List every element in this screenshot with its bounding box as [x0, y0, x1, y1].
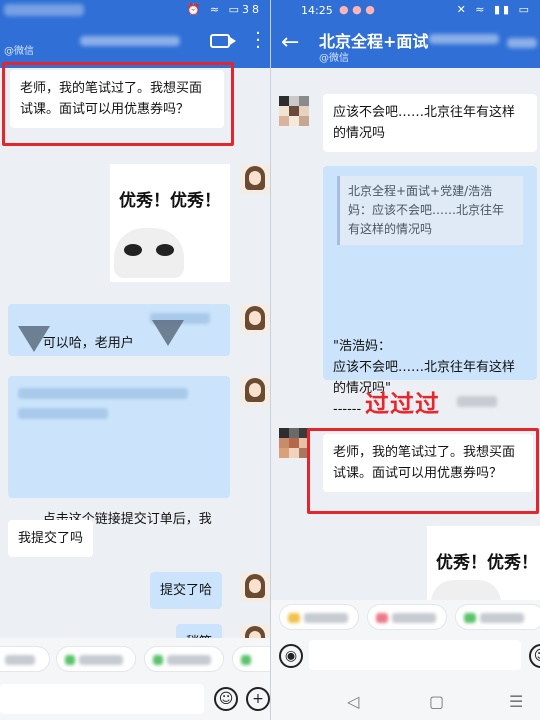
arrow-down-icon [152, 320, 184, 346]
avatar[interactable] [240, 164, 270, 194]
status-blur [4, 4, 84, 16]
sticker-caption: 优秀！优秀！ [436, 553, 538, 573]
input-area: ◉ ☺ [271, 600, 540, 682]
screenshot-collage: ⏰ ≈ ▭38 @微信 · · · 老师，我的笔试过了。我想买面试课。面试可以用优惠… [0, 0, 540, 720]
message-bubble: 我提交了吗 [8, 520, 94, 557]
avatar[interactable] [279, 96, 309, 126]
status-bar: 14:25 ● ● ● ✕ ≈ ▮▮ ▭ [271, 0, 540, 22]
overlay-caption: 过过过 [365, 390, 440, 418]
quick-reply-chip[interactable] [144, 646, 224, 672]
avatar[interactable] [240, 376, 270, 406]
emoji-icon[interactable]: ☺ [529, 644, 540, 668]
system-nav-bar: ◁ ▢ ☰ [271, 682, 540, 720]
quick-reply-chip[interactable] [455, 604, 540, 630]
quick-reply-chip[interactable] [232, 646, 270, 672]
sticker-caption: 优秀！优秀！ [119, 191, 221, 211]
nav-menu-icon[interactable]: ☰ [509, 692, 523, 711]
redacted-link[interactable] [18, 426, 220, 488]
arrow-left-icon[interactable]: ← [281, 30, 307, 56]
nav-back-icon[interactable]: ◁ [347, 692, 359, 711]
redacted-text [457, 396, 497, 407]
panda-face-icon [114, 228, 184, 278]
right-chat-panel: 14:25 ● ● ● ✕ ≈ ▮▮ ▭ ← 北京全程+面试 @微信 应该不会吧… [270, 0, 540, 720]
status-icons: ⏰ ≈ ▭38 [186, 3, 262, 16]
add-icon[interactable]: + [246, 687, 270, 711]
message-input[interactable] [0, 684, 204, 714]
highlight-box [2, 62, 234, 146]
quick-reply-chip[interactable] [56, 646, 136, 672]
message-bubble: 提交了哈 [150, 572, 223, 609]
highlight-box [307, 428, 539, 514]
status-time: 14:25 [301, 4, 333, 17]
notification-icons: ● ● ● [339, 3, 375, 16]
chat-header: ← 北京全程+面试 @微信 [271, 22, 540, 68]
quick-reply-chip[interactable] [367, 604, 447, 630]
voice-icon[interactable]: ◉ [279, 644, 303, 668]
redacted-title [80, 36, 180, 46]
quick-reply-chip[interactable] [279, 604, 359, 630]
chat-subtitle: @微信 [319, 53, 349, 64]
video-call-icon[interactable] [210, 34, 236, 48]
status-icons: ✕ ≈ ▮▮ ▭ [456, 3, 532, 16]
quick-reply-chip[interactable] [0, 646, 50, 672]
redacted-text [18, 408, 108, 419]
redacted-text [18, 388, 188, 399]
chat-subtitle: @微信 [4, 46, 34, 57]
sticker-message: 优秀！优秀！ [427, 526, 540, 606]
status-bar: ⏰ ≈ ▭38 [0, 0, 270, 22]
nav-home-icon[interactable]: ▢ [429, 692, 444, 711]
avatar[interactable] [240, 304, 270, 334]
left-chat-panel: ⏰ ≈ ▭38 @微信 · · · 老师，我的笔试过了。我想买面试课。面试可以用优惠… [0, 0, 270, 720]
redacted-title [429, 34, 499, 44]
arrow-down-icon [18, 326, 50, 352]
avatar[interactable] [240, 572, 270, 602]
message-text: 可以哈，老用户 [42, 336, 134, 351]
message-input[interactable] [309, 640, 521, 670]
quoted-message[interactable]: 北京全程+面试+党建/浩浩妈：应该不会吧……北京往年有这样的情况吗 [337, 176, 523, 245]
redacted-icon [507, 38, 537, 48]
emoji-icon[interactable]: ☺ [214, 687, 238, 711]
message-bubble: 应该不会吧……北京往年有这样的情况吗 [323, 94, 537, 152]
avatar[interactable] [279, 428, 309, 458]
more-options-icon[interactable]: · · · [254, 25, 262, 57]
sticker-message: 优秀！优秀！ [110, 164, 230, 282]
input-area: ☺ + [0, 638, 270, 720]
